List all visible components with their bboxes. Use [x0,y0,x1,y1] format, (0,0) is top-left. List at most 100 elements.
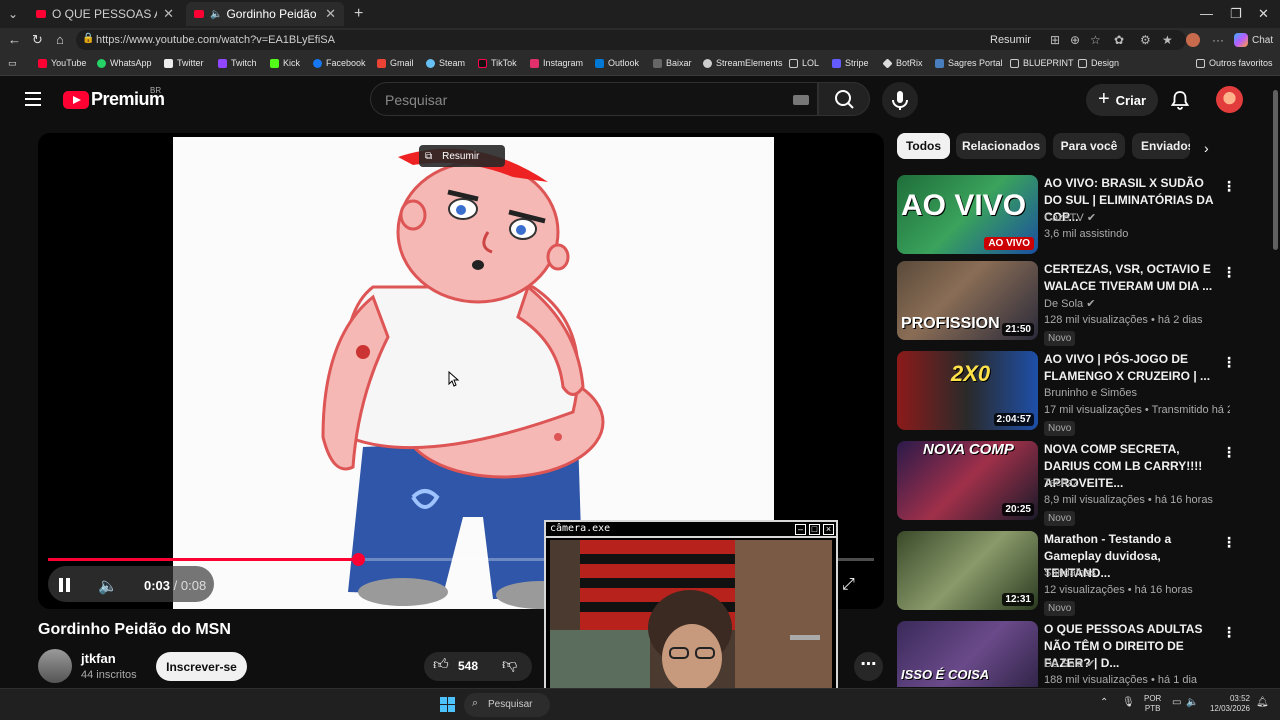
zoom-icon[interactable]: ⊕ [1070,33,1080,47]
picture-in-picture-icon[interactable]: ⧉ [425,151,432,162]
kebab-menu-icon[interactable]: ⋮ [1222,264,1236,281]
fullscreen-icon[interactable]: ⤢ [842,576,855,594]
bookmark-tiktok[interactable]: TikTok [478,58,517,68]
bookmark-baixar[interactable]: Baixar [653,58,692,68]
bookmark-facebook[interactable]: Facebook [313,58,366,68]
video-thumbnail[interactable]: 2X0 2:04:57 [897,351,1038,430]
related-video[interactable]: ISSO É COISA O QUE PESSOAS ADULTAS NÃO T… [897,621,1267,687]
notifications-icon[interactable]: 🔔︎ [1256,697,1269,708]
chevron-right-icon[interactable]: › [1204,140,1209,156]
bookmark-folder-lol[interactable]: LOL [789,58,819,68]
hamburger-menu-icon[interactable] [25,92,41,106]
browser-tab-2[interactable]: 🔈 Gordinho Peidão do MSN - YouT ✕ [186,2,344,26]
camera-maximize-icon[interactable]: □ [809,524,820,535]
camera-title-bar[interactable]: câmera.exe – □ × [546,522,836,538]
scrollbar-thumb[interactable] [1273,90,1278,250]
camera-close-icon[interactable]: × [823,524,834,535]
thumbs-down-icon[interactable]: 👎︎ [502,656,517,674]
close-tab-icon[interactable]: ✕ [325,6,336,22]
search-button[interactable] [818,82,870,116]
bookmark-instagram[interactable]: Instagram [530,58,583,68]
video-thumbnail[interactable]: 12:31 [897,531,1038,610]
back-icon[interactable]: ← [8,32,21,47]
kebab-menu-icon[interactable]: ⋮ [1222,624,1236,641]
resumir-button[interactable]: Resumir [990,34,1031,46]
related-video[interactable]: 2X0 2:04:57 AO VIVO | PÓS-JOGO DE FLAMEN… [897,351,1267,436]
kebab-menu-icon[interactable]: ⋮ [1222,178,1236,195]
profile-avatar[interactable] [1186,33,1200,47]
chat-label[interactable]: Chat [1252,35,1273,46]
kebab-menu-icon[interactable]: ⋮ [1222,534,1236,551]
maximize-icon[interactable]: ❐ [1230,6,1242,22]
settings-icon[interactable]: ⚙ [1140,33,1151,47]
video-thumbnail[interactable]: AO VIVO AO VIVO [897,175,1038,254]
search-input[interactable]: Pesquisar [370,82,818,116]
channel-name[interactable]: jtkfan [81,651,116,666]
system-clock[interactable]: 03:52 12/03/2026 [1206,694,1250,714]
video-thumbnail[interactable]: PROFISSION 21:50 [897,261,1038,340]
account-avatar[interactable] [1216,86,1243,113]
related-video[interactable]: NOVA COMP 20:25 NOVA COMP SECRETA, DARIU… [897,441,1267,526]
resumir-overlay-button[interactable]: ⧉ Resumir [419,145,505,167]
copilot-icon[interactable] [1234,33,1248,47]
bookmark-gmail[interactable]: Gmail [377,58,414,68]
bookmark-folder-design[interactable]: Design [1078,58,1119,68]
thumbs-up-icon[interactable]: 👍︎ [433,656,449,674]
extensions-icon[interactable]: ✿ [1114,33,1124,47]
camera-minimize-icon[interactable]: – [795,524,806,535]
progress-scrubber-handle[interactable] [351,553,365,566]
related-video-channel[interactable]: De Sola ✔ [1044,297,1095,310]
bookmark-sagres-portal[interactable]: Sagres Portal [935,58,1003,68]
bookmark-other-favorites[interactable]: Outros favoritos [1196,58,1273,68]
related-video-channel[interactable]: CazéTV ✔ [1044,211,1096,224]
notifications-bell-icon[interactable] [1170,90,1190,110]
related-video-channel[interactable]: De Sola ✔ [1044,657,1095,670]
new-tab-button[interactable]: + [346,2,371,26]
favorite-star-icon[interactable]: ☆ [1090,33,1101,47]
site-info-icon[interactable]: 🔒 [82,33,94,44]
tab-actions-button[interactable]: ⌄ [0,2,26,26]
network-icon[interactable]: ▭ [1172,697,1181,708]
bookmark-twitch[interactable]: Twitch [218,58,257,68]
speaker-icon[interactable]: 🔈 [210,9,222,20]
microphone-tray-icon[interactable]: 🎙︎ [1122,697,1135,708]
kebab-menu-icon[interactable]: ⋮ [1222,444,1236,461]
related-video[interactable]: AO VIVO AO VIVO AO VIVO: BRASIL X SUDÃO … [897,175,1267,255]
bookmark-streamelements[interactable]: StreamElements [703,58,783,68]
related-video[interactable]: PROFISSION 21:50 CERTEZAS, VSR, OCTAVIO … [897,261,1267,346]
bookmark-whatsapp[interactable]: WhatsApp [97,58,152,68]
related-video-title[interactable]: CERTEZAS, VSR, OCTAVIO E WALACE TIVERAM … [1044,261,1216,295]
channel-avatar[interactable] [38,649,72,683]
kebab-menu-icon[interactable]: ⋮ [1222,354,1236,371]
bookmark-youtube[interactable]: YouTube [38,58,86,68]
chip-enviados[interactable]: Enviados [1132,133,1190,159]
voice-search-button[interactable] [882,82,918,118]
more-actions-button[interactable]: ⋯ [854,652,883,681]
subscribe-button[interactable]: Inscrever-se [156,652,247,681]
related-video-channel[interactable]: Bruninho e Simões [1044,387,1137,399]
pause-button[interactable] [58,578,72,592]
bookmarks-menu-icon[interactable]: ▭ [8,58,17,69]
related-video-title[interactable]: AO VIVO | PÓS-JOGO DE FLAMENGO X CRUZEIR… [1044,351,1216,385]
related-video-channel[interactable]: Sandalhas [1044,567,1096,579]
split-screen-icon[interactable]: ⊞ [1050,33,1060,47]
keyboard-icon[interactable] [793,95,809,105]
related-video-channel[interactable]: Techzz [1044,477,1078,489]
bookmark-folder-blueprint[interactable]: BLUEPRINT [1010,58,1074,68]
address-field[interactable]: 🔒 https://www.youtube.com/watch?v=EA1BLy… [76,30,1186,50]
volume-icon[interactable]: 🔈 [98,576,118,596]
bookmark-kick[interactable]: Kick [270,58,300,68]
input-language[interactable]: POR PTB [1144,694,1161,714]
page-scrollbar[interactable] [1270,76,1280,688]
favorites-icon[interactable]: ★ [1162,33,1173,47]
youtube-logo-icon[interactable] [63,91,89,109]
like-count[interactable]: 548 [458,659,478,673]
taskbar-search[interactable]: ⌕ Pesquisar [464,693,550,717]
chip-todos[interactable]: Todos [897,133,950,159]
video-thumbnail[interactable]: ISSO É COISA [897,621,1038,687]
bookmark-botrix[interactable]: BotRix [882,57,923,69]
minimize-icon[interactable]: — [1200,6,1213,21]
more-menu-icon[interactable]: ··· [1212,33,1224,47]
bookmark-steam[interactable]: Steam [426,58,465,68]
video-thumbnail[interactable]: NOVA COMP 20:25 [897,441,1038,520]
